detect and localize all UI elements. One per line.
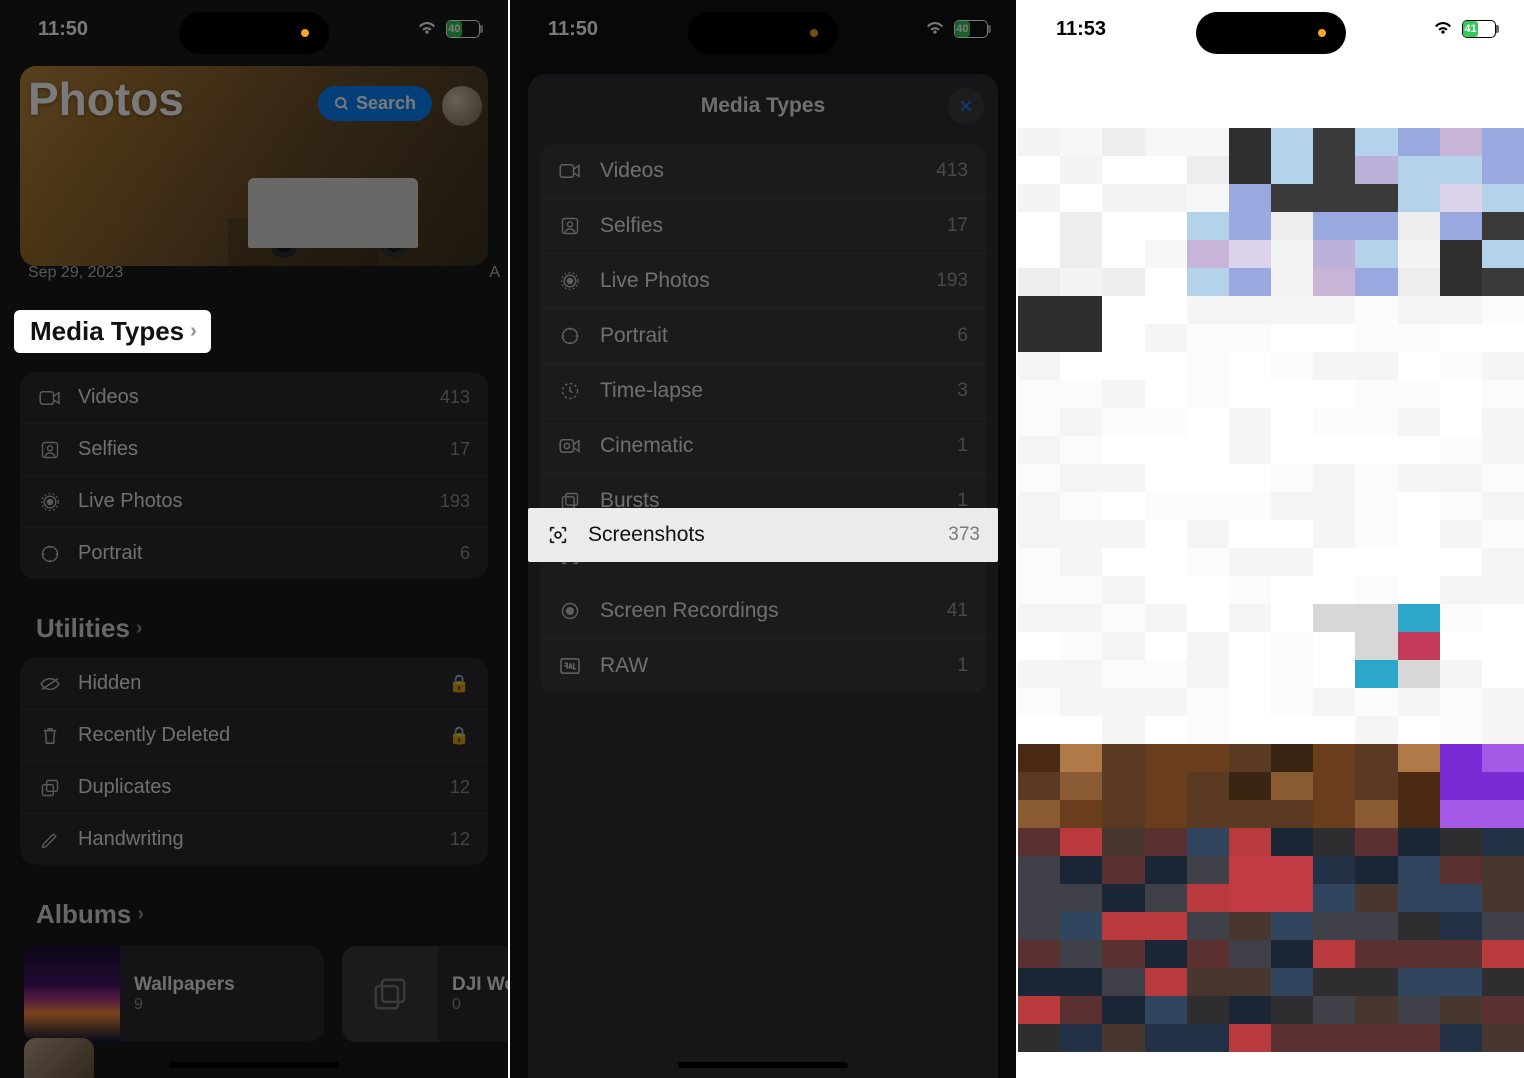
battery-icon: 41 (1462, 20, 1496, 38)
people-thumb[interactable] (24, 1038, 94, 1078)
phone-1-photos-main: 11:50 40 Photos Search Sep 29, 2023 A Vi… (0, 0, 508, 1078)
dynamic-island (688, 12, 838, 54)
wifi-icon (1432, 17, 1454, 41)
phone-3-screenshots-grid: 11:53 41 Screenshots Select (1016, 0, 1524, 1078)
lock-icon: 🔒 (449, 674, 470, 694)
media-row-time-lapse[interactable]: Time-lapse3 (540, 364, 986, 419)
utilities-section-header[interactable]: Utilities › (20, 607, 508, 650)
screenshot-icon (546, 524, 570, 546)
screen-recordings-icon (558, 601, 582, 621)
media-row-raw[interactable]: RAW1 (540, 639, 986, 693)
media-types-card: Videos 413 Selfies 17 Live Photos 193 Po… (20, 372, 488, 579)
trash-icon (38, 726, 62, 746)
home-indicator[interactable] (678, 1062, 848, 1068)
home-indicator[interactable] (169, 1062, 339, 1068)
profile-avatar[interactable] (442, 86, 482, 126)
raw-icon (558, 657, 582, 675)
util-row-handwriting[interactable]: Handwriting 12 (20, 814, 488, 865)
search-button[interactable]: Search (318, 86, 432, 121)
media-row-selfies[interactable]: Selfies 17 (20, 424, 488, 476)
search-label: Search (356, 93, 416, 114)
album-thumb (24, 946, 120, 1042)
media-types-section-header[interactable]: Media Types › (14, 310, 211, 353)
media-row-cinematic[interactable]: Cinematic1 (540, 419, 986, 474)
live-photos-icon (38, 492, 62, 512)
portrait-icon (558, 326, 582, 346)
sheet-title: Media Types (528, 74, 998, 138)
wifi-icon (416, 17, 438, 41)
selfies-icon (558, 216, 582, 236)
screenshots-grid[interactable] (1018, 128, 1524, 1078)
album-dji[interactable]: DJI Wo 0 (342, 946, 508, 1042)
chevron-right-icon: › (190, 320, 197, 343)
hidden-icon (38, 676, 62, 692)
chevron-right-icon: › (137, 903, 144, 926)
media-row-live-photos[interactable]: Live Photos193 (540, 254, 986, 309)
media-row-portrait[interactable]: Portrait6 (540, 309, 986, 364)
status-time: 11:50 (548, 18, 598, 41)
dynamic-island (1196, 12, 1346, 54)
albums-section-header[interactable]: Albums › (20, 893, 508, 936)
status-time: 11:53 (1056, 18, 1106, 41)
portrait-icon (38, 544, 62, 564)
battery-icon: 40 (446, 20, 480, 38)
duplicates-icon (38, 778, 62, 798)
media-row-portrait[interactable]: Portrait 6 (20, 528, 488, 579)
dynamic-island (179, 12, 329, 54)
time-lapse-icon (558, 381, 582, 401)
video-icon (38, 390, 62, 406)
util-row-recently-deleted[interactable]: Recently Deleted 🔒 (20, 710, 488, 762)
chevron-right-icon: › (136, 617, 143, 640)
utilities-card: Hidden 🔒 Recently Deleted 🔒 Duplicates 1… (20, 658, 488, 865)
page-title: Photos (28, 72, 184, 126)
handwriting-icon (38, 830, 62, 850)
media-row-live-photos[interactable]: Live Photos 193 (20, 476, 488, 528)
media-row-videos[interactable]: Videos413 (540, 144, 986, 199)
phone-2-media-types-sheet: 11:50 40 Media Types Videos413Selfies17L… (508, 0, 1016, 1078)
util-row-duplicates[interactable]: Duplicates 12 (20, 762, 488, 814)
cinematic-icon (558, 438, 582, 454)
battery-icon: 40 (954, 20, 988, 38)
media-row-videos[interactable]: Videos 413 (20, 372, 488, 424)
media-types-sheet: Media Types Videos413Selfies17Live Photo… (528, 74, 998, 1078)
album-thumb-empty (342, 946, 438, 1042)
media-types-list: Videos413Selfies17Live Photos193Portrait… (540, 144, 986, 693)
wifi-icon (924, 17, 946, 41)
media-row-screenshots[interactable]: Screenshots 373 (528, 508, 998, 562)
albums-strip[interactable]: Wallpapers 9 DJI Wo 0 (0, 936, 508, 1042)
close-button[interactable] (948, 88, 984, 124)
live-photos-icon (558, 271, 582, 291)
util-row-hidden[interactable]: Hidden 🔒 (20, 658, 488, 710)
album-wallpapers[interactable]: Wallpapers 9 (24, 946, 324, 1042)
status-time: 11:50 (38, 18, 88, 41)
media-row-selfies[interactable]: Selfies17 (540, 199, 986, 254)
media-row-screen-recordings[interactable]: Screen Recordings41 (540, 584, 986, 639)
lock-icon: 🔒 (449, 726, 470, 746)
videos-icon (558, 163, 582, 179)
selfie-icon (38, 440, 62, 460)
